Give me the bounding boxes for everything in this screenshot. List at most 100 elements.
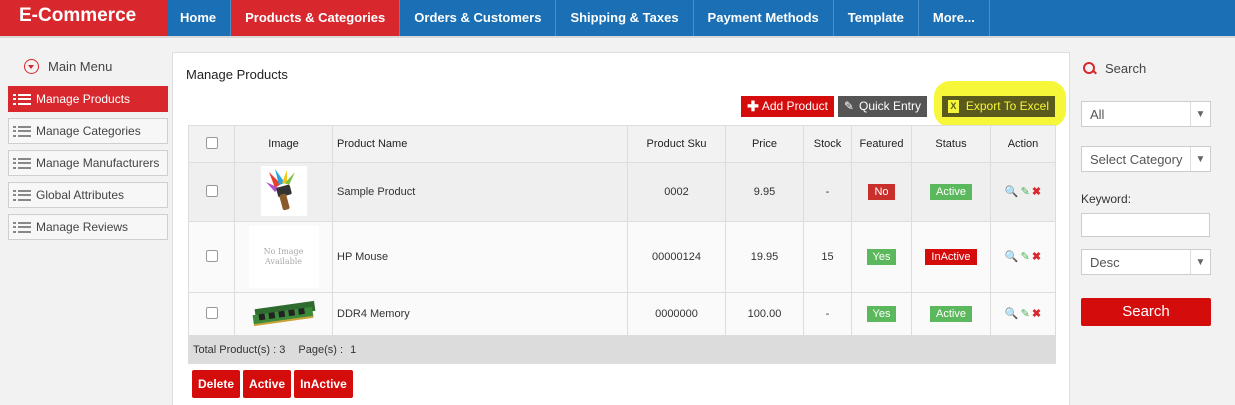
- row-checkbox-cell: [188, 292, 235, 336]
- brand-logo[interactable]: E-Commerce: [0, 0, 168, 36]
- edit-icon[interactable]: ✎: [1021, 252, 1030, 263]
- featured-cell: Yes: [851, 292, 912, 336]
- delete-icon[interactable]: ✖: [1032, 252, 1041, 263]
- product-thumbnail[interactable]: [249, 297, 319, 329]
- divider: [0, 36, 1235, 38]
- view-icon[interactable]: 🔍: [1005, 309, 1019, 320]
- action-cell: 🔍 ✎ ✖: [990, 292, 1056, 336]
- featured-badge[interactable]: No: [868, 184, 895, 200]
- nav-tab-more[interactable]: More...: [919, 0, 990, 36]
- pages-count[interactable]: 1: [350, 344, 356, 356]
- main-menu-label: Main Menu: [48, 58, 113, 74]
- bulk-actions: Delete Active InActive: [192, 370, 353, 398]
- keyword-input[interactable]: [1081, 213, 1210, 237]
- left-sidebar: Main Menu Manage Products Manage Categor…: [8, 52, 168, 240]
- view-icon[interactable]: 🔍: [1005, 252, 1019, 263]
- chevron-down-circle-icon: [24, 58, 39, 74]
- total-count: 3: [279, 343, 286, 356]
- row-checkbox-cell: [188, 221, 235, 293]
- sidebar-item-manage-products[interactable]: Manage Products: [8, 86, 168, 112]
- search-title: Search: [1105, 60, 1147, 76]
- edit-icon[interactable]: ✎: [1021, 309, 1030, 320]
- deactivate-button[interactable]: InActive: [294, 370, 353, 398]
- product-name[interactable]: HP Mouse: [332, 221, 628, 293]
- plus-icon: ✚: [747, 98, 759, 114]
- status-cell: Active: [911, 162, 991, 222]
- status-cell: InActive: [911, 221, 991, 293]
- row-checkbox-cell: [188, 162, 235, 222]
- col-product-sku[interactable]: Product Sku: [627, 125, 726, 163]
- quick-entry-button[interactable]: ✎ Quick Entry: [837, 96, 927, 117]
- filter-select[interactable]: All ▼: [1081, 101, 1211, 127]
- page-title: Manage Products: [186, 67, 288, 82]
- quick-entry-label: Quick Entry: [858, 99, 921, 113]
- excel-icon: X: [947, 100, 959, 113]
- col-action: Action: [990, 125, 1056, 163]
- nav-tab-template[interactable]: Template: [834, 0, 919, 36]
- action-cell: 🔍 ✎ ✖: [990, 221, 1056, 293]
- activate-button[interactable]: Active: [243, 370, 292, 398]
- sidebar-item-manage-manufacturers[interactable]: Manage Manufacturers: [8, 150, 168, 176]
- nav-tab-shipping-taxes[interactable]: Shipping & Taxes: [556, 0, 694, 36]
- brand-arrow: [148, 0, 166, 36]
- chevron-down-icon: ▼: [1190, 147, 1210, 171]
- chevron-down-icon: ▼: [1190, 102, 1210, 126]
- list-icon: [13, 221, 31, 233]
- nav-tabs: Home Products & Categories Orders & Cust…: [166, 0, 990, 36]
- select-all-checkbox[interactable]: [205, 136, 218, 149]
- product-name[interactable]: DDR4 Memory: [332, 292, 628, 336]
- delete-button[interactable]: Delete: [192, 370, 241, 398]
- table-row: DDR4 Memory 0000000 100.00 - Yes Active …: [188, 292, 1056, 336]
- product-stock: 15: [803, 221, 852, 293]
- nav-tab-home[interactable]: Home: [166, 0, 232, 36]
- nav-tab-payment-methods[interactable]: Payment Methods: [694, 0, 834, 36]
- list-icon: [13, 93, 31, 105]
- status-badge[interactable]: Active: [930, 306, 972, 322]
- col-featured[interactable]: Featured: [851, 125, 912, 163]
- search-icon: [1083, 61, 1096, 75]
- table-row: No Image Available HP Mouse 00000124 19.…: [188, 221, 1056, 293]
- row-checkbox[interactable]: [205, 249, 218, 262]
- sidebar-item-manage-categories[interactable]: Manage Categories: [8, 118, 168, 144]
- product-image-cell: No Image Available: [234, 221, 333, 293]
- row-checkbox[interactable]: [205, 306, 218, 319]
- total-label: Total Product(s) :: [193, 343, 277, 356]
- sidebar-item-global-attributes[interactable]: Global Attributes: [8, 182, 168, 208]
- featured-badge[interactable]: Yes: [866, 249, 897, 265]
- col-price[interactable]: Price: [725, 125, 804, 163]
- col-stock[interactable]: Stock: [803, 125, 852, 163]
- export-to-excel-button[interactable]: X Export To Excel: [941, 96, 1055, 117]
- product-price: 100.00: [725, 292, 804, 336]
- delete-icon[interactable]: ✖: [1032, 309, 1041, 320]
- status-badge[interactable]: Active: [930, 184, 972, 200]
- featured-badge[interactable]: Yes: [866, 306, 897, 322]
- status-badge[interactable]: InActive: [925, 249, 977, 265]
- view-icon[interactable]: 🔍: [1005, 187, 1019, 198]
- search-button[interactable]: Search: [1081, 298, 1211, 326]
- main-menu-toggle[interactable]: Main Menu: [8, 52, 168, 80]
- featured-cell: No: [851, 162, 912, 222]
- add-product-button[interactable]: ✚ Add Product: [741, 96, 834, 117]
- col-status[interactable]: Status: [911, 125, 991, 163]
- row-checkbox[interactable]: [205, 184, 218, 197]
- sidebar-item-manage-reviews[interactable]: Manage Reviews: [8, 214, 168, 240]
- product-thumbnail[interactable]: [260, 165, 307, 216]
- category-select-value: Select Category: [1090, 151, 1183, 167]
- category-select[interactable]: Select Category ▼: [1081, 146, 1211, 172]
- toolbar: ✚ Add Product ✎ Quick Entry: [741, 96, 927, 117]
- sidebar-item-label: Manage Categories: [36, 124, 141, 138]
- no-image-placeholder[interactable]: No Image Available: [248, 226, 319, 288]
- edit-icon[interactable]: ✎: [1021, 187, 1030, 198]
- product-name[interactable]: Sample Product: [332, 162, 628, 222]
- nav-tab-products-categories[interactable]: Products & Categories: [231, 0, 401, 36]
- delete-icon[interactable]: ✖: [1032, 187, 1041, 198]
- sidebar-item-label: Manage Reviews: [36, 220, 129, 234]
- col-image[interactable]: Image: [234, 125, 333, 163]
- col-product-name[interactable]: Product Name: [332, 125, 628, 163]
- order-select-value: Desc: [1090, 254, 1120, 270]
- filter-select-value: All: [1090, 106, 1105, 122]
- list-icon: [13, 157, 31, 169]
- nav-tab-orders-customers[interactable]: Orders & Customers: [400, 0, 557, 36]
- export-label: Export To Excel: [965, 99, 1049, 113]
- order-select[interactable]: Desc ▼: [1081, 249, 1211, 275]
